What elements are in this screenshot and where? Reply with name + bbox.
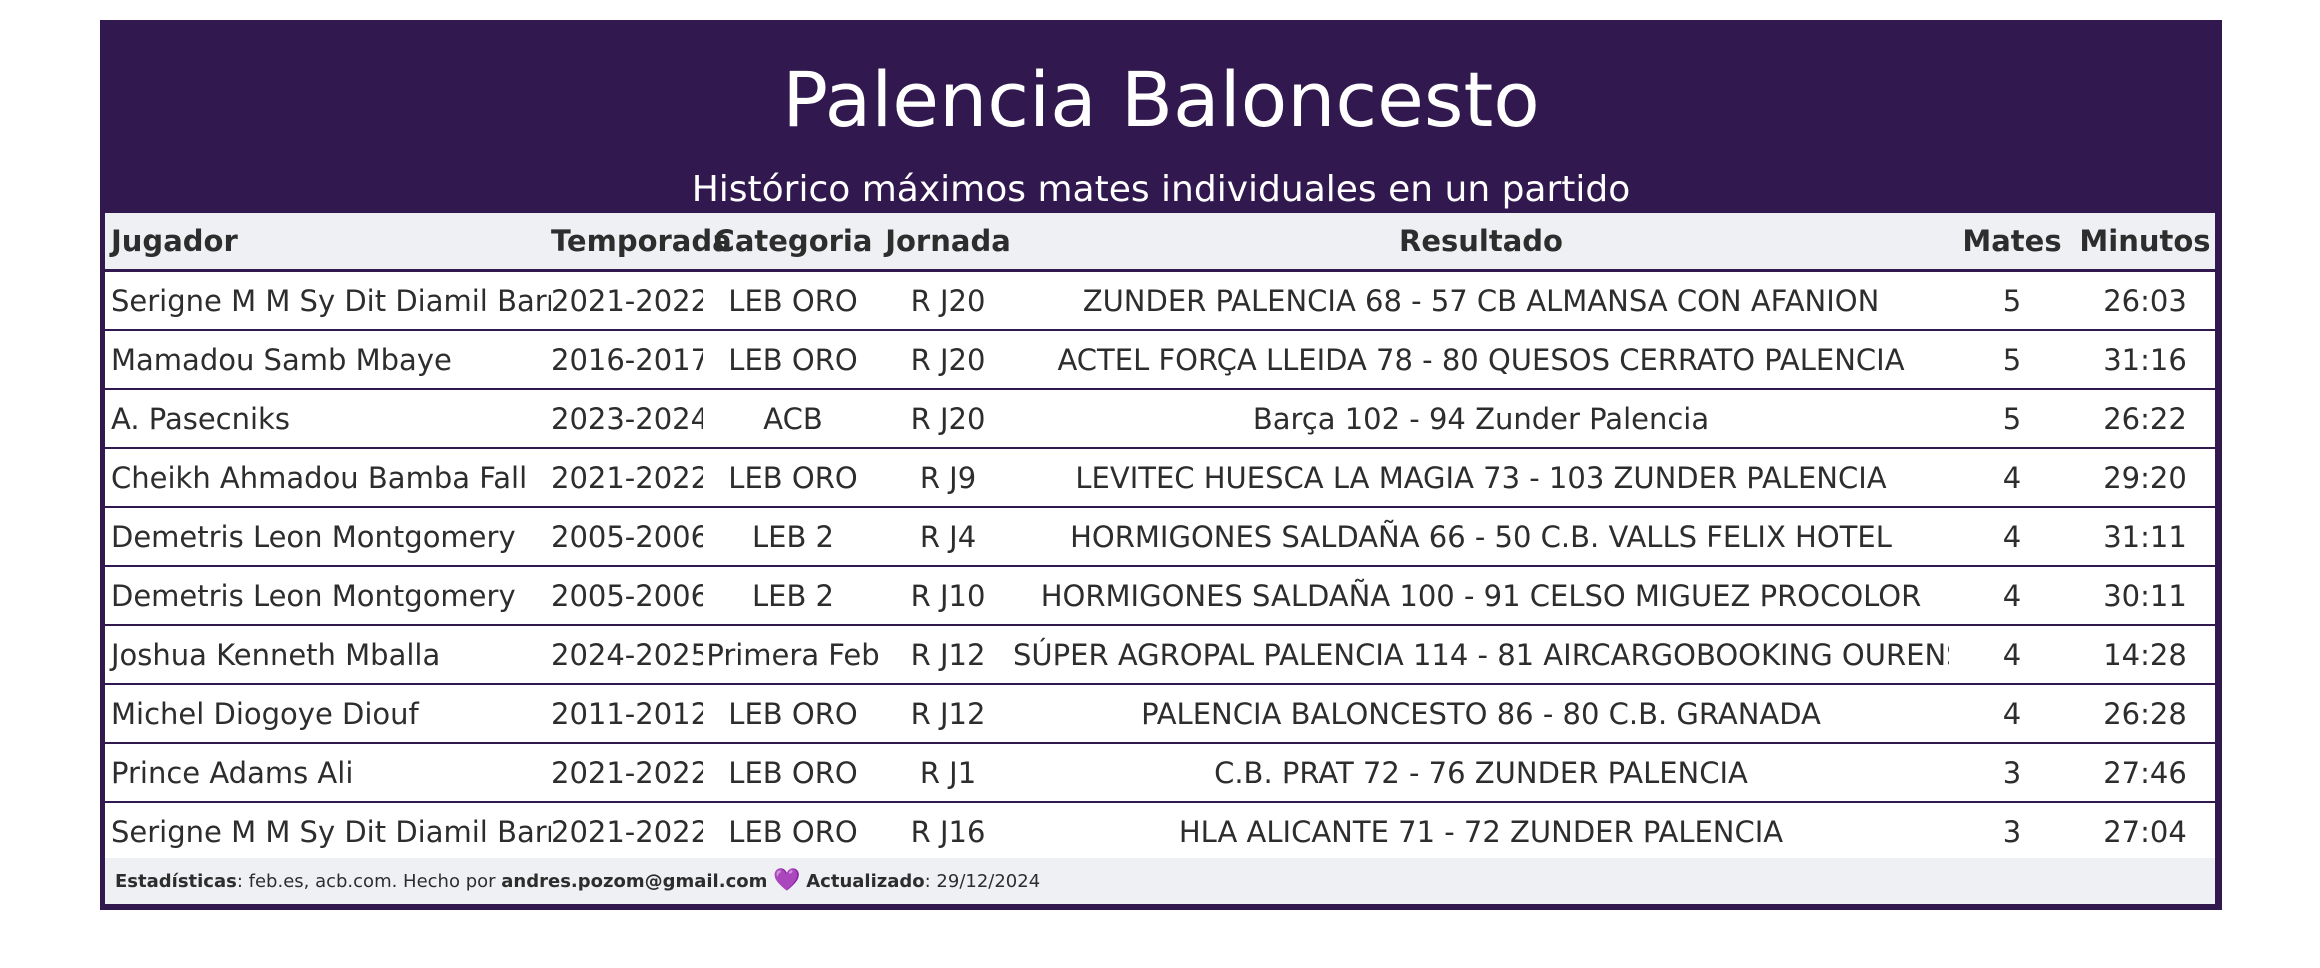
column-header-jugador: Jugador [105, 213, 551, 272]
cell-minutos: 26:28 [2075, 683, 2215, 743]
column-header-jornada: Jornada [883, 213, 1013, 272]
cell-jugador: Michel Diogoye Diouf [105, 683, 551, 743]
cell-categoria: LEB 2 [703, 506, 883, 566]
cell-minutos: 30:11 [2075, 565, 2215, 625]
table-row: Michel Diogoye Diouf 2011-2012 LEB ORO R… [105, 683, 2215, 743]
cell-minutos: 14:28 [2075, 624, 2215, 684]
cell-categoria: LEB ORO [703, 329, 883, 389]
cell-categoria: LEB ORO [703, 683, 883, 743]
cell-temporada: 2021-2022 [551, 742, 703, 802]
table-row: Prince Adams Ali 2021-2022 LEB ORO R J1 … [105, 742, 2215, 802]
cell-minutos: 27:46 [2075, 742, 2215, 802]
cell-temporada: 2005-2006 [551, 565, 703, 625]
column-header-mates: Mates [1949, 213, 2075, 272]
cell-temporada: 2024-2025 [551, 624, 703, 684]
cell-jornada: R J4 [883, 506, 1013, 566]
cell-mates: 4 [1949, 565, 2075, 625]
cell-categoria: Primera Feb [703, 624, 883, 684]
cell-categoria: LEB 2 [703, 565, 883, 625]
footer: Estadísticas: feb.es, acb.com. Hecho por… [105, 858, 2215, 904]
cell-mates: 5 [1949, 329, 2075, 389]
table-header-row: Jugador Temporada Categoria Jornada Resu… [105, 213, 2215, 272]
cell-mates: 5 [1949, 388, 2075, 448]
cell-resultado: LEVITEC HUESCA LA MAGIA 73 - 103 ZUNDER … [1013, 447, 1949, 507]
footer-stats-text: : feb.es, acb.com. Hecho por [236, 871, 502, 892]
cell-mates: 3 [1949, 801, 2075, 860]
table-row: Demetris Leon Montgomery 2005-2006 LEB 2… [105, 506, 2215, 566]
cell-temporada: 2021-2022 [551, 801, 703, 860]
cell-categoria: LEB ORO [703, 447, 883, 507]
page-title: Palencia Baloncesto [782, 55, 1540, 144]
cell-resultado: C.B. PRAT 72 - 76 ZUNDER PALENCIA [1013, 742, 1949, 802]
footer-updated-text: : 29/12/2024 [924, 871, 1041, 892]
cell-resultado: PALENCIA BALONCESTO 86 - 80 C.B. GRANADA [1013, 683, 1949, 743]
cell-categoria: ACB [703, 388, 883, 448]
cell-jornada: R J12 [883, 624, 1013, 684]
cell-jugador: Cheikh Ahmadou Bamba Fall [105, 447, 551, 507]
cell-mates: 5 [1949, 269, 2075, 330]
cell-minutos: 26:03 [2075, 269, 2215, 330]
cell-resultado: ACTEL FORÇA LLEIDA 78 - 80 QUESOS CERRAT… [1013, 329, 1949, 389]
cell-jugador: Mamadou Samb Mbaye [105, 329, 551, 389]
cell-minutos: 29:20 [2075, 447, 2215, 507]
cell-resultado: HLA ALICANTE 71 - 72 ZUNDER PALENCIA [1013, 801, 1949, 860]
cell-resultado: HORMIGONES SALDAÑA 100 - 91 CELSO MIGUEZ… [1013, 565, 1949, 625]
cell-mates: 4 [1949, 506, 2075, 566]
cell-jugador: Demetris Leon Montgomery [105, 506, 551, 566]
cell-resultado: Barça 102 - 94 Zunder Palencia [1013, 388, 1949, 448]
table-row: Serigne M M Sy Dit Diamil Barro 2021-202… [105, 801, 2215, 860]
cell-jugador: A. Pasecniks [105, 388, 551, 448]
cell-jornada: R J1 [883, 742, 1013, 802]
footer-updated-label: Actualizado [806, 871, 925, 892]
heart-icon: 💜 [773, 868, 801, 893]
cell-temporada: 2021-2022 [551, 269, 703, 330]
cell-jornada: R J10 [883, 565, 1013, 625]
cell-jornada: R J9 [883, 447, 1013, 507]
cell-mates: 4 [1949, 624, 2075, 684]
cell-minutos: 26:22 [2075, 388, 2215, 448]
cell-minutos: 31:16 [2075, 329, 2215, 389]
cell-jornada: R J16 [883, 801, 1013, 860]
cell-jugador: Serigne M M Sy Dit Diamil Barro [105, 269, 551, 330]
cell-jugador: Joshua Kenneth Mballa [105, 624, 551, 684]
cell-temporada: 2016-2017 [551, 329, 703, 389]
cell-jornada: R J20 [883, 269, 1013, 330]
footer-stats-label: Estadísticas [115, 871, 237, 892]
cell-jornada: R J20 [883, 388, 1013, 448]
cell-temporada: 2021-2022 [551, 447, 703, 507]
table-row: Joshua Kenneth Mballa 2024-2025 Primera … [105, 624, 2215, 684]
cell-jugador: Demetris Leon Montgomery [105, 565, 551, 625]
cell-minutos: 27:04 [2075, 801, 2215, 860]
column-header-categoria: Categoria [703, 213, 883, 272]
cell-categoria: LEB ORO [703, 801, 883, 860]
cell-resultado: SÚPER AGROPAL PALENCIA 114 - 81 AIRCARGO… [1013, 624, 1949, 684]
column-header-temporada: Temporada [551, 213, 732, 272]
column-header-resultado: Resultado [1013, 213, 1949, 272]
table-row: Demetris Leon Montgomery 2005-2006 LEB 2… [105, 565, 2215, 625]
dunks-table: Jugador Temporada Categoria Jornada Resu… [105, 213, 2215, 860]
cell-minutos: 31:11 [2075, 506, 2215, 566]
table-row: Serigne M M Sy Dit Diamil Barro 2021-202… [105, 269, 2215, 330]
cell-jornada: R J20 [883, 329, 1013, 389]
cell-jugador: Serigne M M Sy Dit Diamil Barro [105, 801, 551, 860]
stats-panel: Palencia Baloncesto Histórico máximos ma… [100, 20, 2222, 910]
table-row: Cheikh Ahmadou Bamba Fall 2021-2022 LEB … [105, 447, 2215, 507]
cell-jugador: Prince Adams Ali [105, 742, 551, 802]
cell-jornada: R J12 [883, 683, 1013, 743]
dunks-table-wrapper: Jugador Temporada Categoria Jornada Resu… [105, 213, 2215, 860]
table-row: Mamadou Samb Mbaye 2016-2017 LEB ORO R J… [105, 329, 2215, 389]
cell-categoria: LEB ORO [703, 742, 883, 802]
cell-categoria: LEB ORO [703, 269, 883, 330]
cell-temporada: 2023-2024 [551, 388, 703, 448]
column-header-minutos: Minutos [2075, 213, 2215, 272]
cell-resultado: HORMIGONES SALDAÑA 66 - 50 C.B. VALLS FE… [1013, 506, 1949, 566]
cell-temporada: 2005-2006 [551, 506, 703, 566]
footer-email: andres.pozom@gmail.com [501, 871, 768, 892]
cell-mates: 4 [1949, 447, 2075, 507]
table-row: A. Pasecniks 2023-2024 ACB R J20 Barça 1… [105, 388, 2215, 448]
cell-mates: 3 [1949, 742, 2075, 802]
cell-mates: 4 [1949, 683, 2075, 743]
cell-resultado: ZUNDER PALENCIA 68 - 57 CB ALMANSA CON A… [1013, 269, 1949, 330]
cell-temporada: 2011-2012 [551, 683, 703, 743]
